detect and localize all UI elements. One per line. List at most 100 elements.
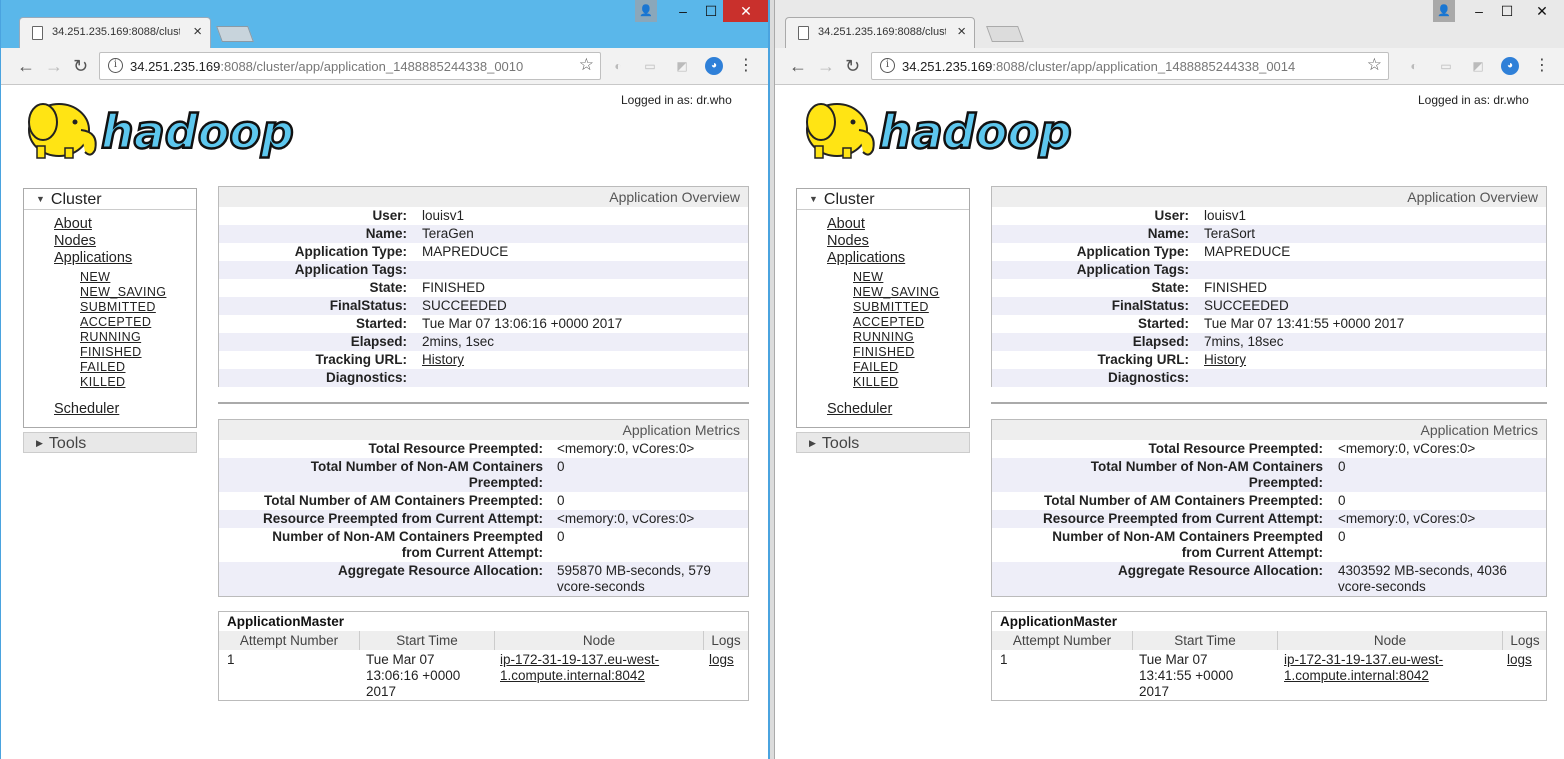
col-logs[interactable]: Logs bbox=[1503, 633, 1547, 648]
extension-icon[interactable]: ▭ bbox=[1437, 57, 1455, 75]
address-bar[interactable]: i 34.251.235.169:8088/cluster/app/applic… bbox=[871, 52, 1389, 80]
panel-title: Application Overview bbox=[219, 187, 748, 207]
nav-state-failed[interactable]: FAILED bbox=[80, 360, 125, 374]
profile-icon[interactable]: 👤 bbox=[1433, 0, 1455, 22]
nav-state-failed[interactable]: FAILED bbox=[853, 360, 898, 374]
reload-icon[interactable]: ↻ bbox=[73, 56, 88, 77]
menu-icon[interactable]: ⋮ bbox=[1533, 57, 1551, 75]
cluster-header[interactable]: ▼ Cluster bbox=[797, 189, 969, 210]
nav-about[interactable]: About bbox=[827, 216, 865, 232]
extension-icon[interactable]: ◕ bbox=[705, 57, 723, 75]
field-value[interactable]: History bbox=[422, 352, 464, 368]
new-tab-button[interactable] bbox=[986, 26, 1024, 42]
extension-icon[interactable]: ◐ bbox=[609, 57, 627, 75]
col-logs[interactable]: Logs bbox=[704, 633, 748, 648]
cluster-header[interactable]: ▼ Cluster bbox=[24, 189, 196, 210]
col-start-time[interactable]: Start Time bbox=[360, 633, 494, 648]
extension-icon[interactable]: ◕ bbox=[1501, 57, 1519, 75]
nav-state-killed[interactable]: KILLED bbox=[853, 375, 898, 389]
profile-icon[interactable]: 👤 bbox=[635, 0, 657, 22]
new-tab-button[interactable] bbox=[216, 26, 254, 42]
field-value[interactable]: History bbox=[1204, 352, 1246, 368]
field-label: Started: bbox=[355, 316, 407, 331]
application-overview-panel: Application Overview User: louisv1 Name: Te… bbox=[991, 186, 1547, 387]
logs-link[interactable]: logs bbox=[709, 652, 734, 668]
col-node[interactable]: Node bbox=[1278, 633, 1502, 648]
url-text: 34.251.235.169:8088/cluster/app/applicat… bbox=[902, 59, 1296, 74]
browser-tab[interactable]: 34.251.235.169:8088/cluster × bbox=[785, 17, 975, 48]
close-icon[interactable]: × bbox=[193, 23, 202, 40]
field-value: SUCCEEDED bbox=[1204, 298, 1289, 313]
star-icon[interactable]: ☆ bbox=[1367, 55, 1382, 75]
expand-triangle-icon: ▶ bbox=[809, 438, 816, 448]
nav-nodes[interactable]: Nodes bbox=[827, 233, 869, 249]
nav-state-new-saving[interactable]: NEW_SAVING bbox=[853, 285, 939, 299]
info-icon[interactable]: i bbox=[880, 58, 895, 73]
nav-scheduler[interactable]: Scheduler bbox=[827, 401, 892, 417]
node-link[interactable]: ip-172-31-19-137.eu-west-1.compute.inter… bbox=[500, 652, 690, 684]
nav-state-new-saving[interactable]: NEW_SAVING bbox=[80, 285, 166, 299]
nav-state-running[interactable]: RUNNING bbox=[80, 330, 141, 344]
nav-state-accepted[interactable]: ACCEPTED bbox=[80, 315, 151, 329]
extension-icon[interactable]: ◩ bbox=[1469, 57, 1487, 75]
nav-state-accepted[interactable]: ACCEPTED bbox=[853, 315, 924, 329]
metrics-rows: Total Resource Preempted: <memory:0, vCor… bbox=[992, 440, 1546, 596]
col-attempt-number[interactable]: Attempt Number bbox=[992, 633, 1132, 648]
am-title: ApplicationMaster bbox=[227, 614, 345, 629]
nav-state-new[interactable]: NEW bbox=[853, 270, 883, 284]
field-label: User: bbox=[372, 208, 407, 223]
nav-about[interactable]: About bbox=[54, 216, 92, 232]
star-icon[interactable]: ☆ bbox=[579, 55, 594, 75]
nav-state-finished[interactable]: FINISHED bbox=[853, 345, 915, 359]
info-icon[interactable]: i bbox=[108, 58, 123, 73]
field-label: Application Tags: bbox=[1076, 262, 1189, 277]
nav-state-submitted[interactable]: SUBMITTED bbox=[80, 300, 156, 314]
nav-applications[interactable]: Applications bbox=[827, 250, 905, 266]
close-window-icon[interactable]: ✕ bbox=[1519, 0, 1564, 22]
menu-icon[interactable]: ⋮ bbox=[737, 57, 755, 75]
overview-rows: User: louisv1 Name: TeraSort Application Typ… bbox=[992, 207, 1546, 387]
nav-applications[interactable]: Applications bbox=[54, 250, 132, 266]
field-label: Tracking URL: bbox=[1097, 352, 1189, 367]
node-link[interactable]: ip-172-31-19-137.eu-west-1.compute.inter… bbox=[1284, 652, 1474, 684]
extension-icon[interactable]: ▭ bbox=[641, 57, 659, 75]
application-master-table: ApplicationMaster Attempt Number Start T… bbox=[218, 611, 749, 701]
forward-icon[interactable]: → bbox=[45, 56, 63, 77]
nav-state-running[interactable]: RUNNING bbox=[853, 330, 914, 344]
nav-state-new[interactable]: NEW bbox=[80, 270, 110, 284]
overview-row: Application Tags: bbox=[992, 261, 1546, 279]
metrics-row: Total Number of Non-AM Containers Preemp… bbox=[992, 458, 1546, 492]
address-bar[interactable]: i 34.251.235.169:8088/cluster/app/applic… bbox=[99, 52, 601, 80]
back-icon[interactable]: ← bbox=[789, 56, 807, 77]
minimize-icon[interactable]: – bbox=[1465, 0, 1493, 22]
maximize-icon[interactable]: ☐ bbox=[697, 0, 725, 22]
minimize-icon[interactable]: – bbox=[669, 0, 697, 22]
tools-menu[interactable]: ▶ Tools bbox=[23, 432, 197, 453]
nav-state-submitted[interactable]: SUBMITTED bbox=[853, 300, 929, 314]
nav-state-killed[interactable]: KILLED bbox=[80, 375, 125, 389]
close-icon[interactable]: × bbox=[957, 23, 966, 40]
col-attempt-number[interactable]: Attempt Number bbox=[219, 633, 359, 648]
reload-icon[interactable]: ↻ bbox=[845, 56, 860, 77]
overview-row: Diagnostics: bbox=[992, 369, 1546, 387]
attempt-number: 1 bbox=[1000, 652, 1008, 667]
tools-menu[interactable]: ▶ Tools bbox=[796, 432, 970, 453]
metric-value: 0 bbox=[557, 459, 565, 474]
forward-icon[interactable]: → bbox=[817, 56, 835, 77]
extension-icon[interactable]: ◩ bbox=[673, 57, 691, 75]
start-time: Tue Mar 07 13:41:55 +0000 2017 bbox=[1139, 652, 1234, 699]
nav-state-finished[interactable]: FINISHED bbox=[80, 345, 142, 359]
col-node[interactable]: Node bbox=[495, 633, 703, 648]
browser-tab[interactable]: 34.251.235.169:8088/cluster × bbox=[19, 17, 211, 48]
field-value: MAPREDUCE bbox=[1204, 244, 1291, 259]
nav-nodes[interactable]: Nodes bbox=[54, 233, 96, 249]
maximize-icon[interactable]: ☐ bbox=[1493, 0, 1521, 22]
extension-icon[interactable]: ◐ bbox=[1405, 57, 1423, 75]
col-start-time[interactable]: Start Time bbox=[1133, 633, 1277, 648]
logs-link[interactable]: logs bbox=[1507, 652, 1532, 668]
expand-triangle-icon: ▶ bbox=[36, 438, 43, 448]
close-window-icon[interactable]: ✕ bbox=[723, 0, 768, 22]
field-label: Started: bbox=[1137, 316, 1189, 331]
back-icon[interactable]: ← bbox=[17, 56, 35, 77]
nav-scheduler[interactable]: Scheduler bbox=[54, 401, 119, 417]
